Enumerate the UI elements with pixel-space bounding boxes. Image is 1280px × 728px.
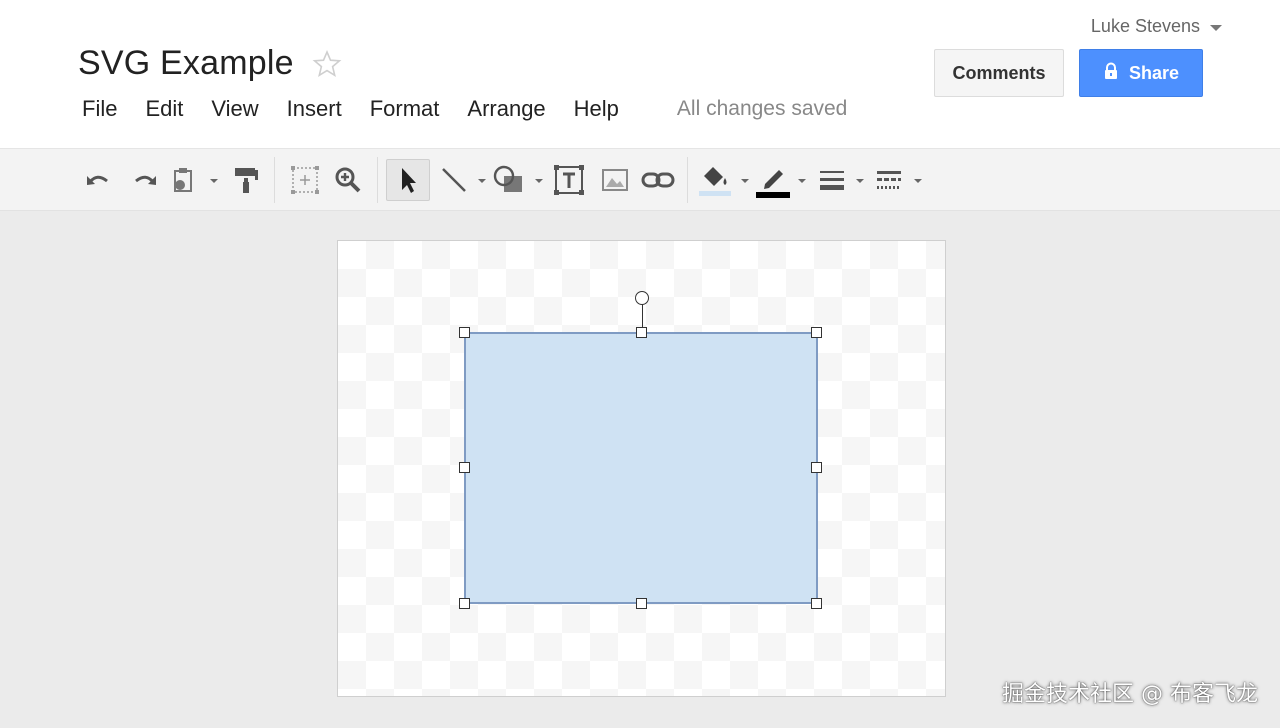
resize-handle-top-right[interactable] [811,327,822,338]
toolbar-divider [377,157,378,203]
line-weight-icon[interactable] [816,161,848,199]
shape-icon[interactable] [490,161,528,199]
image-icon[interactable] [597,161,633,199]
resize-handle-bottom[interactable] [636,598,647,609]
chevron-down-icon[interactable] [798,179,806,183]
fill-color-icon[interactable] [697,161,733,199]
menu-insert[interactable]: Insert [287,96,342,122]
paste-format-icon[interactable] [169,161,199,199]
account-menu[interactable]: Luke Stevens [1091,16,1222,37]
resize-handle-bottom-right[interactable] [811,598,822,609]
chevron-down-icon [1210,25,1222,31]
zoom-icon[interactable] [331,161,365,199]
app-header: Luke Stevens SVG Example File Edit View … [0,0,1280,149]
line-dash-icon[interactable] [872,161,906,199]
resize-handle-left[interactable] [459,462,470,473]
watermark-text: 掘金技术社区 @ 布客飞龙 [1002,682,1258,707]
chevron-down-icon[interactable] [478,179,486,183]
save-status: All changes saved [676,97,848,120]
redo-icon[interactable] [127,161,161,199]
menu-format[interactable]: Format [370,96,440,122]
select-all-icon[interactable] [287,161,323,199]
user-name: Luke Stevens [1090,16,1200,36]
select-arrow-icon[interactable] [386,159,430,201]
share-button[interactable]: Share [1079,49,1203,97]
chevron-down-icon[interactable] [741,179,749,183]
document-title[interactable]: SVG Example [78,44,294,83]
menu-help[interactable]: Help [574,96,619,122]
link-icon[interactable] [638,161,678,199]
menu-file[interactable]: File [82,96,117,122]
paint-format-icon[interactable] [230,161,262,199]
toolbar-divider [687,157,688,203]
share-label: Share [1128,62,1180,83]
text-box-icon[interactable] [551,161,587,199]
lock-icon [1103,62,1119,85]
menu-bar: File Edit View Insert Format Arrange Hel… [82,96,847,122]
rotate-handle[interactable] [635,291,649,305]
line-icon[interactable] [438,161,470,199]
selected-rectangle-shape[interactable] [464,332,818,604]
comments-label: Comments [952,62,1046,83]
resize-handle-bottom-left[interactable] [459,598,470,609]
chevron-down-icon[interactable] [535,179,543,183]
undo-icon[interactable] [82,161,116,199]
toolbar [0,149,1280,211]
chevron-down-icon[interactable] [210,179,218,183]
toolbar-divider [274,157,275,203]
resize-handle-top[interactable] [636,327,647,338]
resize-handle-right[interactable] [811,462,822,473]
menu-edit[interactable]: Edit [145,96,183,122]
star-icon[interactable] [312,49,342,79]
chevron-down-icon[interactable] [914,179,922,183]
menu-arrange[interactable]: Arrange [467,96,545,122]
title-row: SVG Example [78,44,342,83]
menu-view[interactable]: View [211,96,258,122]
chevron-down-icon[interactable] [856,179,864,183]
comments-button[interactable]: Comments [934,49,1064,97]
line-color-icon[interactable] [754,161,792,199]
resize-handle-top-left[interactable] [459,327,470,338]
